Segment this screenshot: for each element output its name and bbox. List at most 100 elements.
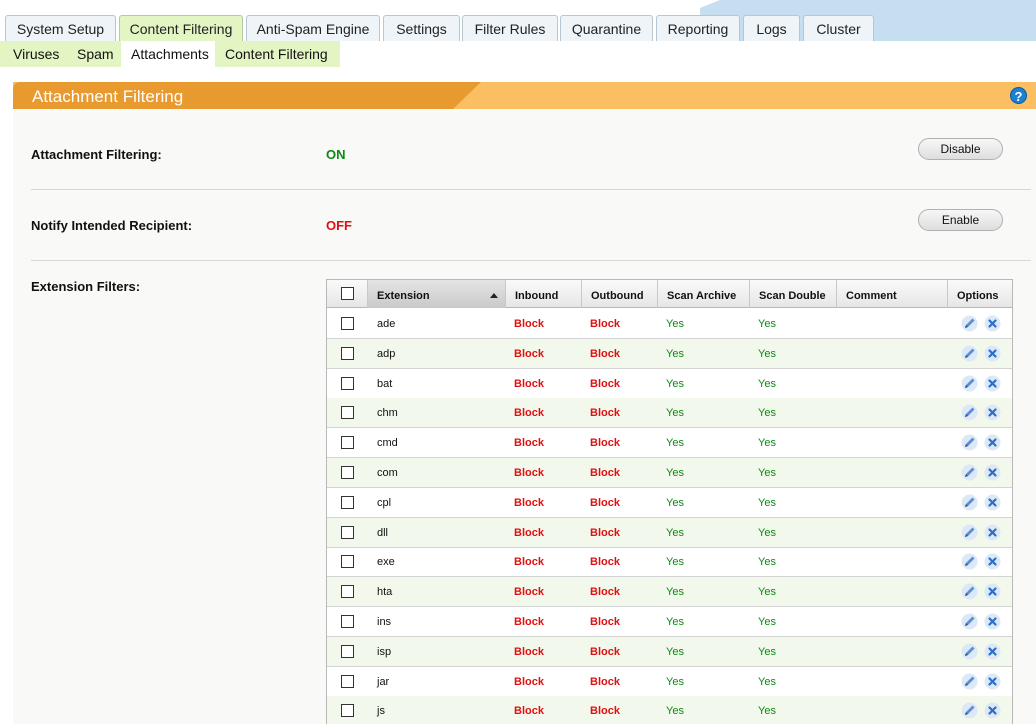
edit-icon[interactable] [961, 375, 978, 392]
table-row[interactable]: hta Block Block Yes Yes [327, 577, 1012, 608]
delete-icon[interactable] [984, 375, 1001, 392]
column-scan-archive[interactable]: Scan Archive [657, 280, 749, 308]
table-row[interactable]: jar Block Block Yes Yes [327, 667, 1012, 697]
delete-icon[interactable] [984, 524, 1001, 541]
enable-button[interactable]: Enable [918, 209, 1003, 231]
table-header: Extension Inbound Outbound Scan Archive … [327, 280, 1012, 308]
row-checkbox[interactable] [341, 346, 354, 360]
edit-icon[interactable] [961, 702, 978, 719]
row-checkbox[interactable] [341, 585, 354, 599]
divider [31, 260, 1031, 261]
subtab-content-filtering[interactable]: Content Filtering [215, 41, 340, 67]
tab-content-filtering[interactable]: Content Filtering [119, 15, 243, 41]
table-row[interactable]: isp Block Block Yes Yes [327, 636, 1012, 667]
table-row[interactable]: dll Block Block Yes Yes [327, 517, 1012, 548]
delete-icon[interactable] [984, 643, 1001, 660]
edit-icon[interactable] [961, 673, 978, 690]
table-row[interactable]: chm Block Block Yes Yes [327, 398, 1012, 429]
table-row[interactable]: cpl Block Block Yes Yes [327, 488, 1012, 518]
select-all-checkbox[interactable] [341, 287, 354, 300]
column-comment[interactable]: Comment [836, 280, 947, 308]
table-row[interactable]: ade Block Block Yes Yes [327, 309, 1012, 339]
row-checkbox[interactable] [341, 466, 354, 479]
table-row[interactable]: adp Block Block Yes Yes [327, 338, 1012, 369]
row-checkbox[interactable] [341, 525, 354, 539]
edit-icon[interactable] [961, 404, 978, 421]
delete-icon[interactable] [984, 464, 1001, 481]
delete-icon[interactable] [984, 345, 1001, 362]
outbound-cell: Block [590, 586, 620, 599]
row-checkbox[interactable] [341, 317, 354, 330]
panel-header: Attachment Filtering ? [13, 82, 1036, 109]
extension-filters-label: Extension Filters: [31, 279, 141, 294]
edit-icon[interactable] [961, 643, 978, 660]
column-extension[interactable]: Extension [367, 280, 505, 308]
outbound-cell: Block [590, 407, 620, 420]
delete-icon[interactable] [984, 553, 1001, 570]
tab-anti-spam-engine[interactable]: Anti-Spam Engine [246, 15, 380, 41]
edit-icon[interactable] [961, 464, 978, 481]
column-scan-double[interactable]: Scan Double [749, 280, 836, 308]
tab-logs[interactable]: Logs [743, 15, 800, 41]
delete-icon[interactable] [984, 613, 1001, 630]
delete-icon[interactable] [984, 434, 1001, 451]
table-row[interactable]: ins Block Block Yes Yes [327, 607, 1012, 637]
row-checkbox[interactable] [341, 436, 354, 450]
attachment-filtering-status: ON [326, 147, 346, 162]
edit-icon[interactable] [961, 434, 978, 451]
table-row[interactable]: com Block Block Yes Yes [327, 458, 1012, 488]
main-tab-bar: System Setup Content Filtering Anti-Spam… [0, 0, 1036, 41]
column-inbound[interactable]: Inbound [505, 280, 581, 308]
column-outbound[interactable]: Outbound [581, 280, 657, 308]
outbound-cell: Block [590, 705, 620, 718]
tab-settings[interactable]: Settings [383, 15, 460, 41]
tab-filter-rules[interactable]: Filter Rules [462, 15, 558, 41]
tab-reporting[interactable]: Reporting [656, 15, 740, 41]
row-checkbox[interactable] [341, 406, 354, 420]
delete-icon[interactable] [984, 583, 1001, 600]
tab-cluster[interactable]: Cluster [803, 15, 874, 41]
delete-icon[interactable] [984, 702, 1001, 719]
row-checkbox[interactable] [341, 674, 354, 688]
row-checkbox[interactable] [341, 376, 354, 390]
row-checkbox[interactable] [341, 495, 354, 509]
row-checkbox[interactable] [341, 615, 354, 628]
scan-archive-cell: Yes [666, 705, 684, 718]
delete-icon[interactable] [984, 404, 1001, 421]
scan-double-cell: Yes [758, 526, 776, 539]
inbound-cell: Block [514, 377, 544, 390]
delete-icon[interactable] [984, 673, 1001, 690]
attachment-filtering-label: Attachment Filtering: [31, 147, 162, 162]
inbound-cell: Block [514, 526, 544, 539]
notify-recipient-status: OFF [326, 218, 352, 233]
table-row[interactable]: cmd Block Block Yes Yes [327, 428, 1012, 459]
scan-archive-cell: Yes [666, 675, 684, 688]
table-row[interactable]: exe Block Block Yes Yes [327, 547, 1012, 578]
scan-double-cell: Yes [758, 645, 776, 658]
edit-icon[interactable] [961, 583, 978, 600]
delete-icon[interactable] [984, 315, 1001, 332]
subtab-viruses[interactable]: Viruses [0, 41, 66, 67]
tab-system-setup[interactable]: System Setup [5, 15, 116, 41]
edit-icon[interactable] [961, 315, 978, 332]
extension-cell: exe [377, 556, 395, 569]
subtab-attachments[interactable]: Attachments [121, 41, 215, 67]
outbound-cell: Block [590, 616, 620, 628]
delete-icon[interactable] [984, 494, 1001, 511]
edit-icon[interactable] [961, 553, 978, 570]
row-checkbox[interactable] [341, 555, 354, 569]
edit-icon[interactable] [961, 613, 978, 630]
subtab-spam[interactable]: Spam [66, 41, 121, 67]
row-checkbox[interactable] [341, 644, 354, 658]
help-icon[interactable]: ? [1010, 87, 1027, 104]
tab-quarantine[interactable]: Quarantine [560, 15, 653, 41]
row-checkbox[interactable] [341, 704, 354, 718]
panel-header-slant [453, 82, 481, 109]
table-row[interactable]: bat Block Block Yes Yes [327, 369, 1012, 399]
disable-button[interactable]: Disable [918, 138, 1003, 160]
table-row[interactable]: js Block Block Yes Yes [327, 696, 1012, 724]
inbound-cell: Block [514, 675, 544, 688]
edit-icon[interactable] [961, 494, 978, 511]
edit-icon[interactable] [961, 345, 978, 362]
edit-icon[interactable] [961, 524, 978, 541]
